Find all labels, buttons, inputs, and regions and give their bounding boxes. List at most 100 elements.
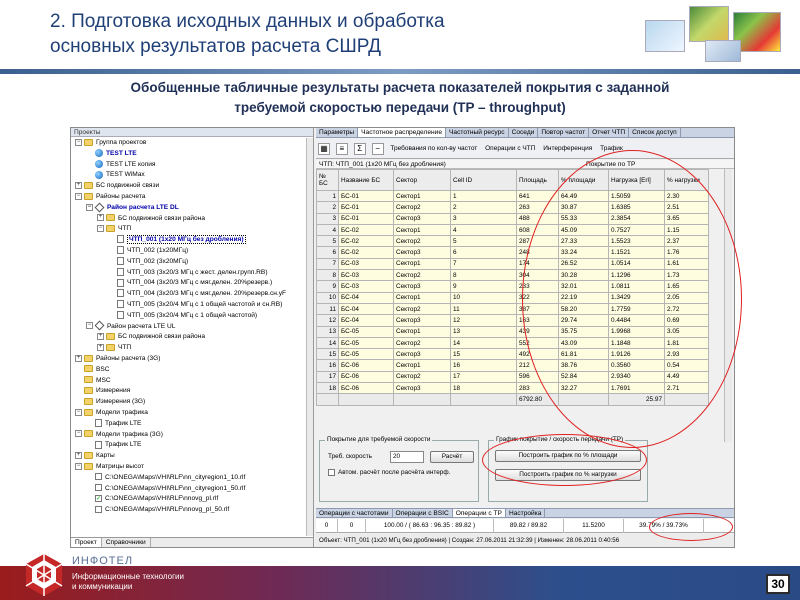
frequency-requirements-button[interactable]: Требования по кол-ву частот <box>387 142 480 156</box>
sum-icon[interactable]: Σ <box>353 143 366 155</box>
collapse-icon[interactable]: − <box>75 138 82 146</box>
tree-item[interactable]: − Матрицы высот <box>71 462 307 473</box>
tree-item[interactable]: BSC <box>71 365 307 376</box>
tree-item[interactable]: ЧТП_002 (3x20МГц) <box>71 257 307 268</box>
check-icon[interactable] <box>95 473 102 481</box>
table-row[interactable]: 15 БС-05 Сектор3 15 492 61.81 1.9126 2.93 <box>316 348 709 361</box>
table-row[interactable]: 7 БС-03 Сектор1 7 174 26.52 1.0514 1.61 <box>316 257 709 271</box>
expand-icon[interactable]: + <box>97 343 104 351</box>
tree-item[interactable]: ЧТП_005 (3x20/4 МГц с 1 общей частотой и… <box>71 300 307 311</box>
tree-item[interactable]: − ЧТП <box>71 224 307 235</box>
column-header[interactable]: Площадь <box>516 169 559 191</box>
tree-item[interactable]: ✓ C:\ONEGA\Maps\VHI\RLF\nnovg_pl.rlf <box>71 494 307 505</box>
check-icon[interactable] <box>95 505 102 513</box>
tree-item[interactable]: Трафик LTE <box>71 418 307 430</box>
table-row[interactable]: 1 БС-01 Сектор1 1 641 64.49 1.5059 2.30 <box>316 189 709 203</box>
project-tree[interactable]: − Группа проектов TEST LTE TEST LTE копия TE… <box>71 138 307 536</box>
tree-item[interactable]: Измерения (3G) <box>71 397 307 408</box>
tree-item[interactable]: − Модели трафика <box>71 408 307 419</box>
table-row[interactable]: 5 БС-02 Сектор2 5 287 27.33 1.5523 2.37 <box>316 235 709 248</box>
table-row[interactable]: 18 БС-06 Сектор3 18 283 32.27 1.7691 2.71 <box>316 382 709 395</box>
tree-item[interactable]: + БС подвижной связи района <box>71 214 307 225</box>
calculate-button[interactable]: Расчёт <box>430 451 474 463</box>
tree-item[interactable]: TEST LTE <box>71 149 307 160</box>
collapse-icon[interactable]: − <box>75 430 82 438</box>
tree-scrollbar[interactable] <box>306 138 313 536</box>
frequency-plan-operations-button[interactable]: Операции с ЧТП <box>482 142 538 156</box>
tab-2[interactable]: Частотный ресурс <box>446 128 509 137</box>
table-row[interactable]: 17 БС-06 Сектор2 17 596 52.84 2.9340 4.49 <box>316 370 709 384</box>
column-header[interactable]: Название БС <box>338 169 394 191</box>
table-row[interactable]: 9 БС-03 Сектор3 9 233 32.01 1.0811 1.65 <box>316 280 709 293</box>
table-row[interactable]: 3 БС-01 Сектор3 3 488 55.33 2.3854 3.65 <box>316 212 709 225</box>
column-header[interactable]: Cell ID <box>450 169 517 191</box>
tree-item[interactable]: + Районы расчета (3G) <box>71 354 307 365</box>
expand-icon[interactable]: + <box>97 214 104 222</box>
check-icon[interactable] <box>95 484 102 492</box>
tree-item[interactable]: TEST LTE копия <box>71 159 307 171</box>
plot-by-area-button[interactable]: Построить график по % площади <box>495 450 641 462</box>
tree-item[interactable]: MSC <box>71 376 307 387</box>
expand-icon[interactable]: + <box>97 333 104 341</box>
auto-calc-checkbox[interactable] <box>328 469 335 476</box>
table-row[interactable]: 2 БС-01 Сектор2 2 263 30.87 1.6385 2.51 <box>316 201 709 214</box>
operations-tab-0[interactable]: Операции с частотами <box>316 509 393 517</box>
tree-item[interactable]: C:\ONEGA\Maps\VHI\RLF\nn_cityregion1_50.… <box>71 484 307 495</box>
tree-item[interactable]: − Модели трафика (3G) <box>71 430 307 441</box>
expand-icon[interactable]: + <box>75 181 82 189</box>
table-row[interactable]: 14 БС-05 Сектор2 14 552 43.09 1.1848 1.81 <box>316 336 709 350</box>
collapse-icon[interactable]: − <box>86 203 93 211</box>
operations-tab-3[interactable]: Настройка <box>506 509 546 517</box>
tree-item[interactable]: Измерения <box>71 386 307 397</box>
minus-icon[interactable]: − <box>371 143 384 155</box>
column-header[interactable]: № БС <box>316 169 339 191</box>
expand-icon[interactable]: + <box>75 451 82 459</box>
table-row[interactable]: 10 БС-04 Сектор1 10 322 22.19 1.3429 2.05 <box>316 291 709 304</box>
tree-item[interactable]: + БС подвижной связи района <box>71 332 307 343</box>
table-row[interactable]: 11 БС-04 Сектор2 11 387 58.20 1.7759 2.72 <box>316 302 709 316</box>
collapse-icon[interactable]: − <box>97 225 104 233</box>
tab-3[interactable]: Соседи <box>509 128 539 137</box>
list-tool-icon[interactable]: ≡ <box>335 143 348 155</box>
tree-item[interactable]: + БС подвижной связи <box>71 181 307 192</box>
tree-item[interactable]: C:\ONEGA\Maps\VHI\RLF\nn_cityregion1_10.… <box>71 473 307 484</box>
tab-1[interactable]: Частотное распределение <box>358 128 447 137</box>
expand-icon[interactable]: + <box>75 354 82 362</box>
table-row[interactable]: 6 БС-02 Сектор3 6 248 33.24 1.1521 1.76 <box>316 246 709 259</box>
interference-button[interactable]: Интерференция <box>540 142 595 156</box>
column-header[interactable]: % нагрузки <box>664 169 709 191</box>
tree-item[interactable]: TEST WiMax <box>71 170 307 181</box>
tab-4[interactable]: Повтор частот <box>538 128 590 137</box>
column-header[interactable]: Сектор <box>393 169 451 191</box>
tab-references[interactable]: Справочники <box>102 538 151 547</box>
table-row[interactable]: 12 БС-04 Сектор3 12 163 29.74 0.4484 0.69 <box>316 314 709 327</box>
collapse-icon[interactable]: − <box>75 408 82 416</box>
tree-item[interactable]: ЧТП_001 (1x20 МГц без дробления) <box>71 235 307 246</box>
tree-item[interactable]: − Район расчета LTE DL <box>71 202 307 214</box>
collapse-icon[interactable]: − <box>75 192 82 200</box>
tab-6[interactable]: Список доступ <box>629 128 681 137</box>
column-header[interactable]: % площади <box>558 169 609 191</box>
table-row[interactable]: 16 БС-06 Сектор1 16 212 38.76 0.3560 0.54 <box>316 359 709 372</box>
required-speed-input[interactable]: 20 <box>390 451 424 463</box>
tree-item[interactable]: ЧТП_004 (3x20/3 МГц с мяг.делен. 20%резе… <box>71 278 307 289</box>
operations-tab-1[interactable]: Операции с BSIC <box>393 509 453 517</box>
tree-item[interactable]: − Группа проектов <box>71 138 307 149</box>
operations-tab-2[interactable]: Операции с ТР <box>452 509 506 517</box>
collapse-icon[interactable]: − <box>75 462 82 470</box>
grid-tool-icon[interactable]: ▦ <box>318 143 330 155</box>
collapse-icon[interactable]: − <box>86 322 93 330</box>
table-row[interactable]: 13 БС-05 Сектор1 13 439 35.75 1.9968 3.05 <box>316 325 709 338</box>
tree-item[interactable]: ЧТП_002 (1x20МГц) <box>71 246 307 257</box>
tree-item[interactable]: Трафик LTE <box>71 440 307 451</box>
tree-item[interactable]: + Карты <box>71 451 307 462</box>
tree-item[interactable]: ЧТП_004 (3x20/3 МГц с мяг.делен. 20%резе… <box>71 289 307 300</box>
tree-item[interactable]: − Районы расчета <box>71 192 307 203</box>
table-row[interactable]: 8 БС-03 Сектор2 8 304 30.28 1.1296 1.73 <box>316 269 709 282</box>
traffic-button[interactable]: Трафик <box>597 142 626 156</box>
table-scrollbar[interactable] <box>724 169 732 442</box>
tab-0[interactable]: Параметры <box>316 128 359 137</box>
check-icon[interactable]: ✓ <box>95 495 102 503</box>
tab-project[interactable]: Проект <box>71 538 102 547</box>
tree-item[interactable]: ЧТП_005 (3x20/4 МГц с 1 общей частотой) <box>71 311 307 322</box>
